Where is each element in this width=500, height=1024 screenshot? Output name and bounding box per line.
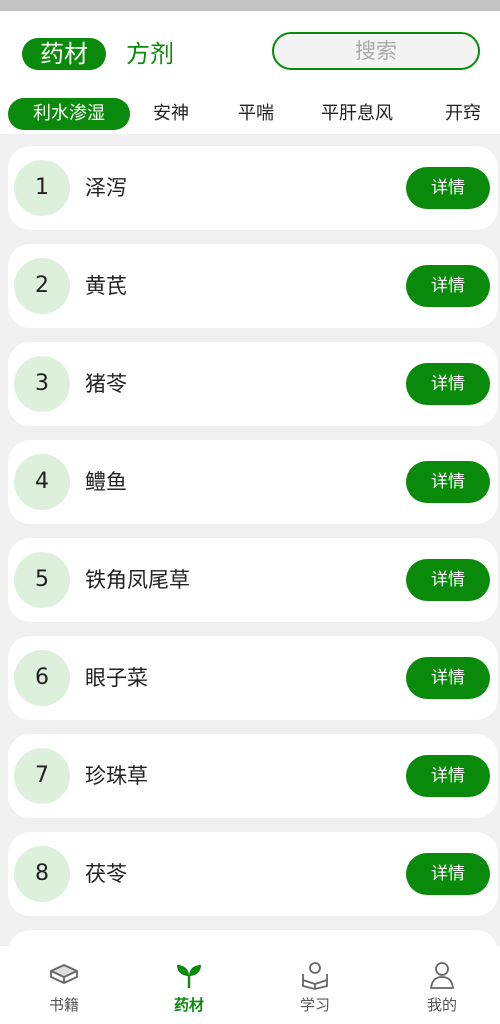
detail-button[interactable]: 详情 <box>406 755 490 797</box>
list-item[interactable]: 6 眼子菜 详情 <box>8 636 498 720</box>
item-name: 铁角凤尾草 <box>85 568 190 592</box>
list-item[interactable]: 8 茯苓 详情 <box>8 832 498 916</box>
item-number: 3 <box>14 356 70 412</box>
list-item[interactable]: 2 黄芪 详情 <box>8 244 498 328</box>
item-name: 茯苓 <box>85 862 127 886</box>
search-input[interactable]: 搜索 <box>272 32 480 70</box>
item-number: 1 <box>14 160 70 216</box>
bottom-tab-bar: 书籍 药材 学习 我的 <box>0 946 500 1024</box>
list-item[interactable]: 4 鳢鱼 详情 <box>8 440 498 524</box>
detail-button[interactable]: 详情 <box>406 853 490 895</box>
status-bar <box>0 0 500 11</box>
list-item-partial[interactable] <box>8 930 498 946</box>
item-name: 黄芪 <box>85 274 127 298</box>
detail-button[interactable]: 详情 <box>406 461 490 503</box>
item-name: 泽泻 <box>85 176 127 200</box>
tab-label: 我的 <box>426 996 457 1014</box>
user-icon <box>430 962 454 989</box>
tab-herbs[interactable]: 药材 <box>139 946 239 1024</box>
category-tab-active[interactable]: 利水渗湿 <box>8 98 130 130</box>
item-number: 8 <box>14 846 70 902</box>
detail-button[interactable]: 详情 <box>406 559 490 601</box>
list-item[interactable]: 7 珍珠草 详情 <box>8 734 498 818</box>
list-item[interactable]: 1 泽泻 详情 <box>8 146 498 230</box>
book-icon <box>50 964 78 984</box>
category-tab[interactable]: 安神 <box>153 98 189 130</box>
list-item[interactable]: 3 猪苓 详情 <box>8 342 498 426</box>
item-number: 2 <box>14 258 70 314</box>
tab-label: 学习 <box>299 996 330 1014</box>
reading-person-icon <box>302 962 328 990</box>
leaf-sprout-icon <box>177 965 201 988</box>
item-number: 7 <box>14 748 70 804</box>
item-number: 4 <box>14 454 70 510</box>
item-number: 6 <box>14 650 70 706</box>
list-item[interactable]: 5 铁角凤尾草 详情 <box>8 538 498 622</box>
item-name: 猪苓 <box>85 372 127 396</box>
segment-herbs[interactable]: 药材 <box>22 38 106 70</box>
herb-list: 1 泽泻 详情 2 黄芪 详情 3 猪苓 详情 4 鳢鱼 详情 5 铁角凤尾草 … <box>0 146 500 946</box>
item-name: 珍珠草 <box>85 764 148 788</box>
detail-button[interactable]: 详情 <box>406 657 490 699</box>
tab-label: 药材 <box>173 996 204 1014</box>
segment-formulas[interactable]: 方剂 <box>118 38 182 70</box>
detail-button[interactable]: 详情 <box>406 363 490 405</box>
category-tab[interactable]: 开窍 <box>445 98 481 130</box>
tab-mine[interactable]: 我的 <box>392 946 492 1024</box>
header: 药材 方剂 搜索 <box>0 11 500 98</box>
item-name: 眼子菜 <box>85 666 148 690</box>
item-number: 5 <box>14 552 70 608</box>
item-name: 鳢鱼 <box>85 470 127 494</box>
tab-label: 书籍 <box>48 996 79 1014</box>
category-tab[interactable]: 平喘 <box>238 98 274 130</box>
tab-books[interactable]: 书籍 <box>14 946 114 1024</box>
category-tabs: 利水渗湿 安神 平喘 平肝息风 开窍 <box>0 98 500 134</box>
detail-button[interactable]: 详情 <box>406 167 490 209</box>
category-tab[interactable]: 平肝息风 <box>321 98 393 130</box>
tab-study[interactable]: 学习 <box>265 946 365 1024</box>
detail-button[interactable]: 详情 <box>406 265 490 307</box>
